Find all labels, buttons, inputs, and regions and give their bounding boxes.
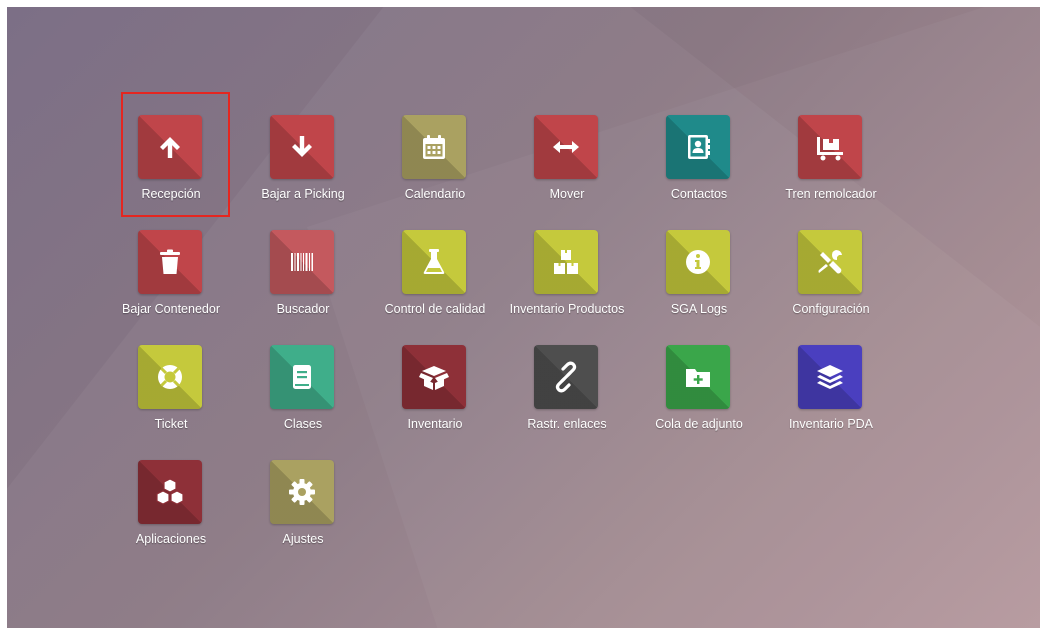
app-tren-remolcador[interactable]: Tren remolcador — [765, 115, 897, 215]
info-icon — [686, 250, 710, 274]
app-inventario-productos[interactable]: Inventario Productos — [501, 230, 633, 330]
link-icon — [555, 361, 577, 393]
app-tile — [270, 230, 334, 294]
app-label: Inventario PDA — [788, 417, 874, 431]
app-label: Inventario — [407, 417, 463, 431]
app-label: Ticket — [154, 417, 188, 431]
app-inventario[interactable]: Inventario — [369, 345, 501, 445]
app-rastr-enlaces[interactable]: Rastr. enlaces — [501, 345, 633, 445]
app-configuracion[interactable]: Configuración — [765, 230, 897, 330]
app-label: Control de calidad — [384, 302, 486, 316]
app-tile — [402, 345, 466, 409]
app-tile — [666, 230, 730, 294]
app-bajar-a-picking[interactable]: Bajar a Picking — [237, 115, 369, 215]
app-tile — [666, 345, 730, 409]
app-label: Aplicaciones — [135, 532, 207, 546]
app-sga-logs[interactable]: SGA Logs — [633, 230, 765, 330]
app-label: SGA Logs — [670, 302, 728, 316]
app-tile — [270, 460, 334, 524]
app-tile — [270, 345, 334, 409]
app-tile — [666, 115, 730, 179]
app-clases[interactable]: Clases — [237, 345, 369, 445]
app-launcher-background: Recepción Bajar a Picking Calendario Mov… — [7, 7, 1040, 628]
app-tile — [798, 115, 862, 179]
arrows-horizontal-icon — [553, 141, 579, 153]
app-tile — [402, 115, 466, 179]
app-tile — [270, 115, 334, 179]
calendar-icon — [423, 135, 445, 159]
app-tile — [798, 230, 862, 294]
app-recepcion[interactable]: Recepción — [105, 115, 237, 215]
folder-plus-icon — [686, 369, 710, 387]
app-label: Rastr. enlaces — [527, 417, 607, 431]
layers-icon — [817, 365, 843, 389]
app-label: Bajar a Picking — [261, 187, 345, 201]
app-tile — [138, 230, 202, 294]
tools-icon — [818, 250, 842, 274]
app-cola-de-adjunto[interactable]: Cola de adjunto — [633, 345, 765, 445]
app-tile — [138, 115, 202, 179]
arrow-down-icon — [292, 136, 312, 157]
app-label: Bajar Contenedor — [122, 302, 220, 316]
open-box-icon — [419, 366, 449, 390]
gear-icon — [289, 479, 315, 505]
app-label: Mover — [549, 187, 585, 201]
app-tile — [138, 345, 202, 409]
app-label: Recepción — [141, 187, 201, 201]
app-label: Contactos — [670, 187, 728, 201]
barcode-icon — [291, 253, 313, 271]
app-label: Ajustes — [282, 532, 324, 546]
arrow-up-icon — [160, 137, 180, 158]
app-tile — [402, 230, 466, 294]
app-calendario[interactable]: Calendario — [369, 115, 501, 215]
app-contactos[interactable]: Contactos — [633, 115, 765, 215]
app-control-de-calidad[interactable]: Control de calidad — [369, 230, 501, 330]
trash-icon — [160, 249, 180, 274]
app-ajustes[interactable]: Ajustes — [237, 460, 369, 560]
app-bajar-contenedor[interactable]: Bajar Contenedor — [105, 230, 237, 330]
app-label: Inventario Productos — [509, 302, 625, 316]
app-label: Cola de adjunto — [655, 417, 743, 431]
app-ticket[interactable]: Ticket — [105, 345, 237, 445]
app-inventario-pda[interactable]: Inventario PDA — [765, 345, 897, 445]
cubes-icon — [156, 478, 184, 505]
book-icon — [293, 365, 311, 389]
app-tile — [534, 345, 598, 409]
app-label: Tren remolcador — [785, 187, 877, 201]
lifebuoy-icon — [158, 365, 182, 389]
pallet-cart-icon — [817, 137, 843, 161]
address-book-icon — [688, 135, 710, 159]
app-aplicaciones[interactable]: Aplicaciones — [105, 460, 237, 560]
app-label: Clases — [283, 417, 323, 431]
app-tile — [798, 345, 862, 409]
app-buscador[interactable]: Buscador — [237, 230, 369, 330]
app-label: Calendario — [404, 187, 466, 201]
flask-icon — [423, 249, 445, 274]
app-label: Buscador — [276, 302, 330, 316]
boxes-icon — [554, 250, 578, 274]
app-tile — [534, 115, 598, 179]
app-mover[interactable]: Mover — [501, 115, 633, 215]
app-tile — [138, 460, 202, 524]
app-label: Configuración — [792, 302, 870, 316]
app-tile — [534, 230, 598, 294]
